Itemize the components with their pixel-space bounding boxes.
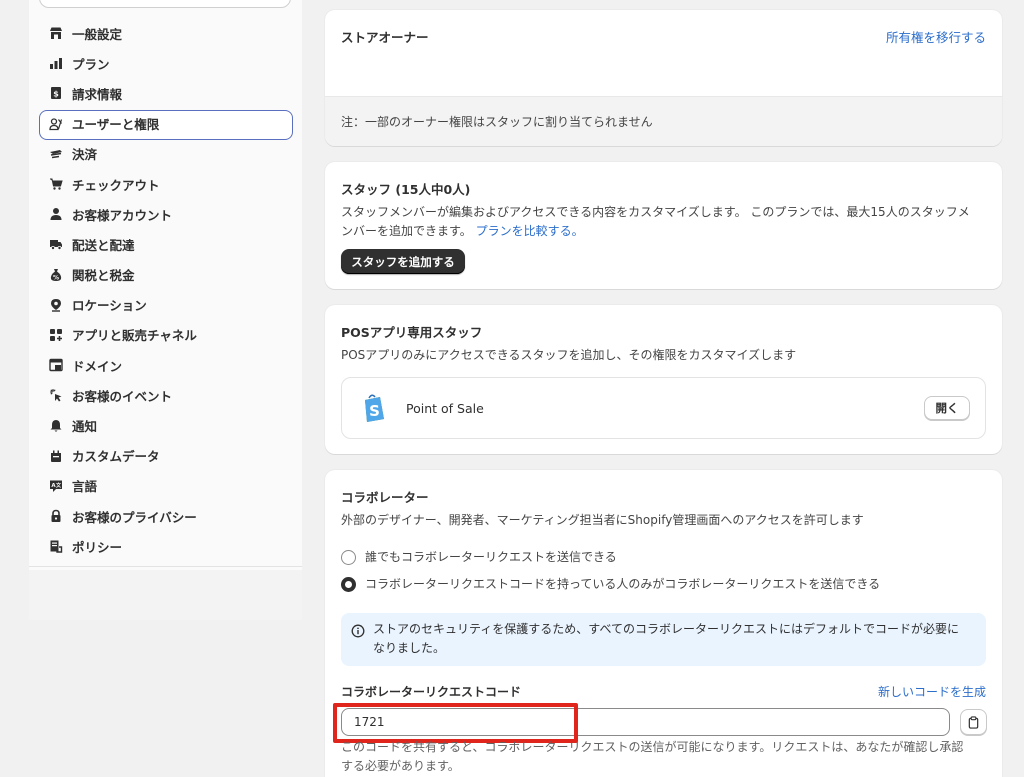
sidebar-item-users-permissions[interactable]: ユーザーと権限 xyxy=(29,109,302,140)
sidebar-item-payments[interactable]: 決済 xyxy=(29,139,302,169)
pos-staff-title: POSアプリ専用スタッフ xyxy=(341,325,483,340)
staff-card: スタッフ (15人中0人) スタッフメンバーが編集およびアクセスできる内容をカス… xyxy=(325,162,1002,289)
staff-description-line2: ンバーを追加できます。 プランを比較する。 xyxy=(341,222,584,241)
sidebar-item-label: ロケーション xyxy=(72,298,147,314)
store-icon xyxy=(47,24,65,42)
pos-staff-description: POSアプリのみにアクセスできるスタッフを追加し、その権限をカスタマイズします xyxy=(341,348,797,362)
sidebar-item-label: チェックアウト xyxy=(72,177,160,193)
sidebar-item-checkout[interactable]: チェックアウト xyxy=(29,169,302,199)
sidebar-divider xyxy=(29,566,302,567)
generate-new-code-link[interactable]: 新しいコードを生成 xyxy=(878,683,986,700)
pos-app-name: Point of Sale xyxy=(406,401,484,416)
security-banner-line2: なりました。 xyxy=(373,641,446,655)
sidebar-item-label: カスタムデータ xyxy=(72,449,160,465)
sidebar-item-label: ポリシー xyxy=(72,539,123,555)
clipboard-icon xyxy=(967,715,980,729)
sidebar-item-label: 決済 xyxy=(72,147,98,163)
sidebar-item-label: アプリと販売チャネル xyxy=(72,328,197,344)
sidebar-item-locations[interactable]: ロケーション xyxy=(29,290,302,320)
sidebar-item-domains[interactable]: ドメイン xyxy=(29,350,302,380)
users-icon xyxy=(47,115,65,133)
sidebar-item-label: ユーザーと権限 xyxy=(72,117,160,133)
sidebar-item-languages[interactable]: A文 言語 xyxy=(29,471,302,501)
collaborator-card: コラボレーター 外部のデザイナー、開発者、マーケティング担当者にShopify管… xyxy=(325,470,1002,777)
transfer-ownership-link[interactable]: 所有権を移行する xyxy=(886,27,986,46)
security-banner-line1: ストアのセキュリティを保護するため、すべてのコラボレーターリクエストにはデフォル… xyxy=(373,622,959,636)
plan-chart-icon xyxy=(47,54,65,72)
pos-staff-card: POSアプリ専用スタッフ POSアプリのみにアクセスできるスタッフを追加し、その… xyxy=(325,305,1002,454)
apps-icon xyxy=(47,326,65,344)
sidebar-item-label: お客様のプライバシー xyxy=(72,509,197,525)
code-help-line2: する必要があります。 xyxy=(341,759,460,773)
settings-nav: 一般設定 プラン $ 請求情報 ユーザーと権限 決済 チェックアウト お客様アカ… xyxy=(29,18,302,561)
radio-anyone-label[interactable]: 誰でもコラボレーターリクエストを送信できる xyxy=(365,548,617,567)
policy-icon xyxy=(47,537,65,555)
sidebar-item-customer-events[interactable]: お客様のイベント xyxy=(29,380,302,410)
sidebar-item-label: 配送と配達 xyxy=(72,237,135,253)
add-staff-button[interactable]: スタッフを追加する xyxy=(341,249,465,274)
sidebar-item-label: プラン xyxy=(72,56,110,72)
radio-anyone-can-request[interactable] xyxy=(341,550,356,565)
sidebar-item-label: 一般設定 xyxy=(72,26,123,42)
sidebar-item-shipping[interactable]: 配送と配達 xyxy=(29,229,302,259)
sidebar-item-duties-taxes[interactable]: % 関税と税金 xyxy=(29,260,302,290)
copy-code-button[interactable] xyxy=(960,709,987,735)
sidebar-item-label: お客様のイベント xyxy=(72,388,173,404)
sidebar-search-field[interactable] xyxy=(39,0,291,8)
pos-app-row: S Point of Sale 開く xyxy=(341,377,986,439)
security-info-banner: ストアのセキュリティを保護するため、すべてのコラボレーターリクエストにはデフォル… xyxy=(341,613,986,666)
svg-text:$: $ xyxy=(53,90,59,99)
shopify-pos-logo-icon: S xyxy=(358,392,390,424)
collaborator-description: 外部のデザイナー、開発者、マーケティング担当者にShopify管理画面へのアクセ… xyxy=(341,513,864,527)
collaborator-title: コラボレーター xyxy=(341,490,429,505)
sidebar-item-label: 関税と税金 xyxy=(72,268,135,284)
payments-icon xyxy=(47,145,65,163)
domain-icon xyxy=(47,356,65,374)
sidebar-item-plan[interactable]: プラン xyxy=(29,48,302,78)
store-owner-card: ストアオーナー 所有権を移行する 注：一部のオーナー権限はスタッフに割り当てられ… xyxy=(325,10,1002,146)
request-code-label: コラボレーターリクエストコード xyxy=(341,685,522,699)
radio-code-required[interactable] xyxy=(341,577,356,592)
open-pos-button[interactable]: 開く xyxy=(924,396,970,420)
sidebar-item-general[interactable]: 一般設定 xyxy=(29,18,302,48)
settings-sidebar: 一般設定 プラン $ 請求情報 ユーザーと権限 決済 チェックアウト お客様アカ… xyxy=(29,0,302,620)
info-icon xyxy=(351,623,365,638)
billing-icon: $ xyxy=(47,84,65,102)
sidebar-item-label: 通知 xyxy=(72,419,98,435)
bell-icon xyxy=(47,417,65,435)
store-owner-title: ストアオーナー xyxy=(341,30,429,45)
cart-icon xyxy=(47,175,65,193)
database-icon xyxy=(47,447,65,465)
sidebar-item-label: 言語 xyxy=(72,479,98,495)
svg-text:%: % xyxy=(53,274,59,281)
svg-text:S: S xyxy=(369,402,380,420)
sidebar-item-label: 請求情報 xyxy=(72,86,123,102)
location-pin-icon xyxy=(47,296,65,314)
compare-plans-link[interactable]: プランを比較する。 xyxy=(476,224,584,238)
sidebar-item-notifications[interactable]: 通知 xyxy=(29,410,302,440)
sidebar-item-apps-channels[interactable]: アプリと販売チャネル xyxy=(29,320,302,350)
language-icon: A文 xyxy=(47,477,65,495)
person-icon xyxy=(47,205,65,223)
sidebar-item-custom-data[interactable]: カスタムデータ xyxy=(29,441,302,471)
staff-description-text: ンバーを追加できます。 xyxy=(341,224,472,238)
sidebar-item-customer-accounts[interactable]: お客様アカウント xyxy=(29,199,302,229)
sidebar-item-customer-privacy[interactable]: お客様のプライバシー xyxy=(29,501,302,531)
lock-icon xyxy=(47,507,65,525)
code-help-line1: このコードを共有すると、コラボレーターリクエストの送信が可能になります。リクエス… xyxy=(341,740,964,754)
cursor-click-icon xyxy=(47,386,65,404)
staff-title: スタッフ (15人中0人) xyxy=(341,182,471,197)
staff-description-line1: スタッフメンバーが編集およびアクセスできる内容をカスタマイズします。 このプラン… xyxy=(341,205,970,219)
radio-code-required-label[interactable]: コラボレーターリクエストコードを持っている人のみがコラボレーターリクエストを送信… xyxy=(365,575,880,594)
highlight-annotation xyxy=(333,703,578,743)
sidebar-item-policies[interactable]: ポリシー xyxy=(29,531,302,561)
sidebar-footer xyxy=(29,570,302,620)
sidebar-item-label: ドメイン xyxy=(72,358,123,374)
owner-note-section: 注：一部のオーナー権限はスタッフに割り当てられません xyxy=(325,96,1002,146)
owner-note-text: 注：一部のオーナー権限はスタッフに割り当てられません xyxy=(341,115,653,129)
sidebar-item-billing[interactable]: $ 請求情報 xyxy=(29,78,302,108)
sidebar-item-label: お客様アカウント xyxy=(72,207,173,223)
truck-icon xyxy=(47,235,65,253)
tax-bag-icon: % xyxy=(47,266,65,284)
